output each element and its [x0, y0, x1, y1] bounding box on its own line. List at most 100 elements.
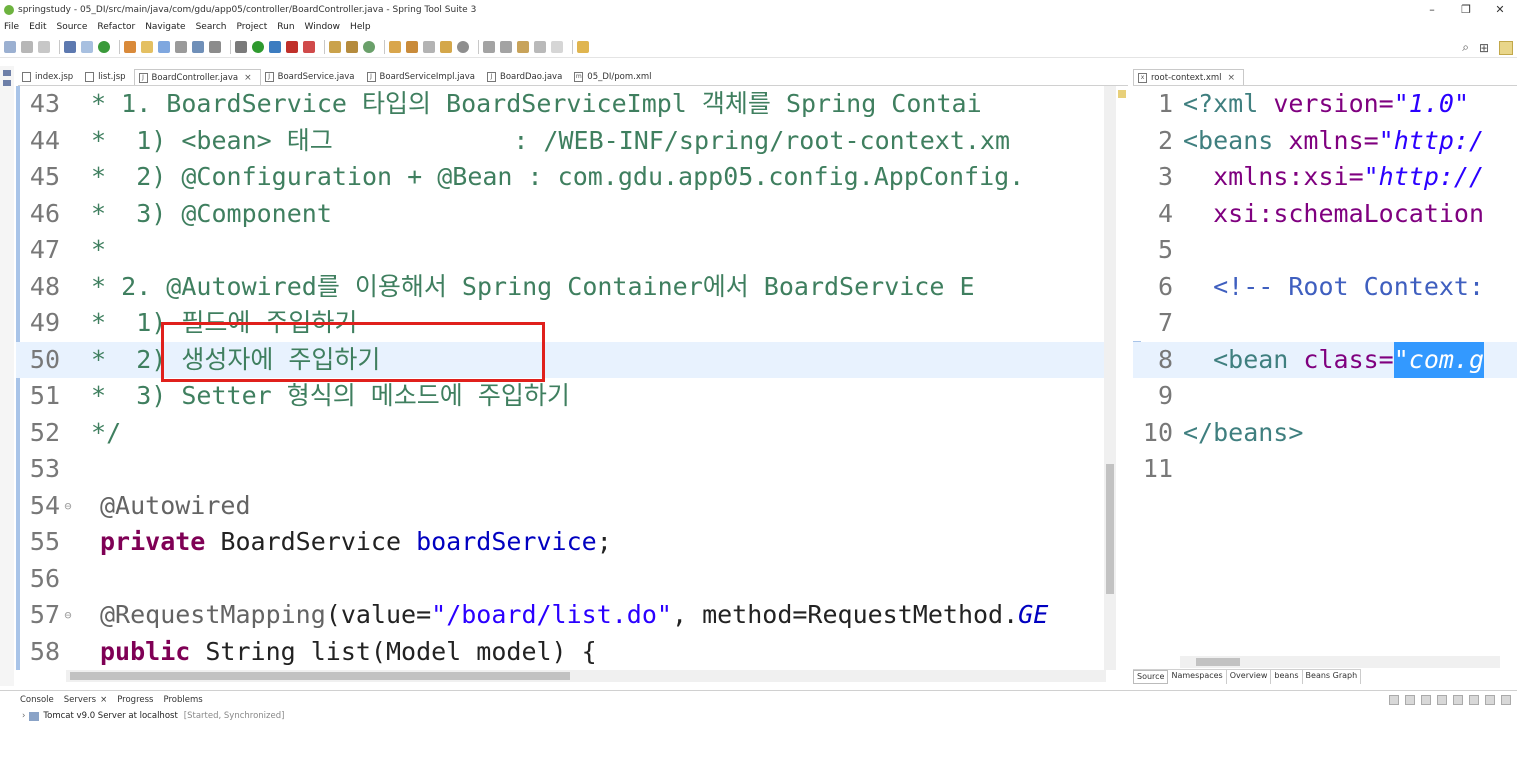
toolbar-separator	[478, 39, 479, 54]
xml-line: 11	[1142, 454, 1173, 483]
xml-file-icon: m	[574, 72, 584, 82]
start-server-icon[interactable]	[1405, 695, 1415, 705]
package-explorer-icon[interactable]	[3, 70, 11, 76]
skip-breakpoints-icon[interactable]	[81, 40, 93, 53]
menu-search[interactable]: Search	[196, 22, 227, 32]
outline-icon[interactable]	[3, 80, 11, 86]
scrollbar-thumb[interactable]	[1196, 658, 1240, 666]
java-editor-horizontal-scrollbar[interactable]	[66, 670, 1106, 682]
external-tools-icon[interactable]	[269, 40, 281, 53]
stop-server-icon[interactable]	[1437, 695, 1447, 705]
tab-progress[interactable]: Progress	[117, 695, 153, 705]
open-perspective-icon[interactable]: ⊞	[1479, 41, 1489, 55]
console-icon[interactable]	[64, 40, 76, 53]
pin-editor-icon[interactable]	[577, 40, 589, 53]
stop-icon[interactable]	[286, 40, 298, 53]
close-tab-icon[interactable]: ×	[100, 695, 107, 705]
tab-servers[interactable]: Servers	[64, 695, 96, 705]
new-class-icon[interactable]	[346, 40, 358, 53]
last-edit-icon[interactable]	[517, 40, 529, 53]
menu-window[interactable]: Window	[305, 22, 341, 32]
view-menu-icon[interactable]	[1469, 695, 1479, 705]
menu-navigate[interactable]: Navigate	[145, 22, 185, 32]
tab-namespaces[interactable]: Namespaces	[1168, 670, 1227, 684]
minimize-view-icon[interactable]	[1485, 695, 1495, 705]
tab-beans[interactable]: beans	[1271, 670, 1303, 684]
tab-pom-xml[interactable]: m 05_DI/pom.xml	[570, 69, 659, 85]
debug-server-icon[interactable]	[1389, 695, 1399, 705]
spring-boot-icon[interactable]	[98, 40, 110, 53]
scrollbar-thumb[interactable]	[70, 672, 570, 680]
tab-index-jsp[interactable]: index.jsp	[18, 69, 81, 85]
fold-icon[interactable]: ⊖	[60, 597, 76, 634]
close-tab-icon[interactable]: ×	[1228, 73, 1236, 83]
open-task-icon[interactable]	[406, 40, 418, 53]
java-ee-perspective-icon[interactable]	[1499, 40, 1513, 55]
tab-console[interactable]: Console	[20, 695, 54, 705]
maximize-view-icon[interactable]	[1501, 695, 1511, 705]
search-web-icon[interactable]	[457, 40, 469, 53]
new-package-icon[interactable]	[329, 40, 341, 53]
publish-icon[interactable]	[1453, 695, 1463, 705]
forward-icon[interactable]	[551, 40, 563, 53]
close-button[interactable]: ✕	[1483, 0, 1517, 19]
tab-board-service[interactable]: J BoardService.java	[261, 69, 363, 85]
tab-root-context-xml[interactable]: x root-context.xml ×	[1133, 69, 1245, 85]
tab-problems[interactable]: Problems	[163, 695, 202, 705]
tab-board-service-impl[interactable]: J BoardServiceImpl.java	[363, 69, 483, 85]
debug-icon[interactable]	[235, 40, 247, 53]
restore-button[interactable]: ❐	[1449, 0, 1483, 19]
menu-refactor[interactable]: Refactor	[97, 22, 135, 32]
back-icon[interactable]	[534, 40, 546, 53]
code-line: 47 *	[29, 235, 107, 264]
terminate-icon[interactable]	[303, 40, 315, 53]
toolbar-separator	[59, 39, 60, 54]
bottom-panel-tabs: Console Servers × Progress Problems	[0, 691, 1517, 709]
annotation-icon[interactable]	[423, 40, 435, 53]
menu-source[interactable]: Source	[57, 22, 88, 32]
new-bean-icon[interactable]	[363, 40, 375, 53]
save-icon[interactable]	[21, 40, 33, 53]
refresh-icon[interactable]	[124, 40, 136, 53]
block-selection-icon[interactable]	[192, 40, 204, 53]
search-icon[interactable]: ⌕	[1462, 40, 1469, 55]
menu-edit[interactable]: Edit	[29, 22, 46, 32]
close-tab-icon[interactable]: ×	[244, 73, 252, 83]
menu-run[interactable]: Run	[277, 22, 294, 32]
pin-icon[interactable]	[141, 40, 153, 53]
expand-icon[interactable]: ›	[22, 711, 25, 721]
tab-list-jsp[interactable]: list.jsp	[81, 69, 133, 85]
toolbar-separator	[119, 39, 120, 54]
tab-overview[interactable]: Overview	[1227, 670, 1272, 684]
menu-help[interactable]: Help	[350, 22, 371, 32]
toggle-icon[interactable]	[175, 40, 187, 53]
xml-line: 2 <beans xmlns= "http:/	[1157, 125, 1485, 155]
whitespace-icon[interactable]	[209, 40, 221, 53]
tab-board-dao[interactable]: J BoardDao.java	[483, 69, 570, 85]
xml-line: 3 xmlns:xsi= "http://	[1157, 162, 1485, 191]
fold-icon[interactable]: ⊖	[60, 488, 76, 525]
open-folder-icon[interactable]	[440, 40, 452, 53]
minimize-button[interactable]: –	[1415, 0, 1449, 19]
menu-file[interactable]: File	[4, 22, 19, 32]
tab-source[interactable]: Source	[1133, 670, 1169, 684]
tab-board-controller[interactable]: J BoardController.java ×	[133, 69, 261, 85]
xml-line: 4 xsi:schemaLocation	[1157, 198, 1485, 228]
code-line: 48 * 2. @Autowired를 이용해서 Spring Containe…	[29, 271, 975, 301]
highlight-icon[interactable]	[158, 40, 170, 53]
server-row[interactable]: › Tomcat v9.0 Server at localhost [Start…	[0, 709, 1517, 723]
open-type-icon[interactable]	[389, 40, 401, 53]
new-icon[interactable]	[4, 40, 16, 53]
scrollbar-thumb[interactable]	[1106, 464, 1114, 594]
previous-annotation-icon[interactable]	[500, 40, 512, 53]
servers-toolbar	[1389, 695, 1511, 705]
profile-server-icon[interactable]	[1421, 695, 1431, 705]
save-all-icon[interactable]	[38, 40, 50, 53]
run-icon[interactable]	[252, 40, 264, 53]
tab-beans-graph[interactable]: Beans Graph	[1303, 670, 1362, 684]
menu-project[interactable]: Project	[236, 22, 267, 32]
java-editor-vertical-scrollbar[interactable]	[1104, 86, 1116, 670]
xml-editor-horizontal-scrollbar[interactable]	[1180, 656, 1500, 668]
xml-editor[interactable]: 1 <?xml version= "1.0" 2 <beans xmlns= "http…	[1133, 86, 1517, 656]
next-annotation-icon[interactable]	[483, 40, 495, 53]
